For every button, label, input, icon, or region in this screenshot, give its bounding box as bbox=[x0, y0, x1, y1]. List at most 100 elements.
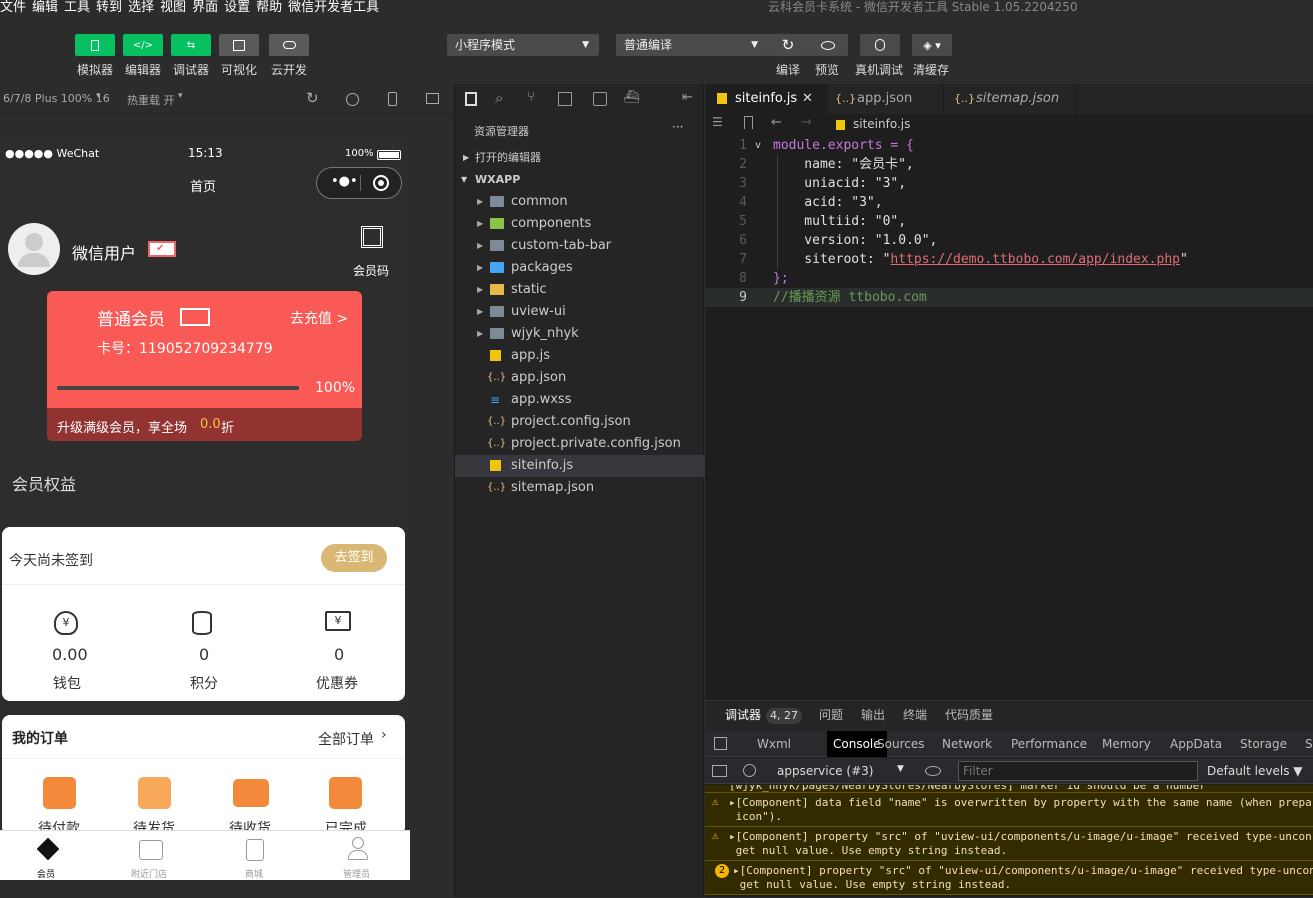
cloud-button[interactable] bbox=[269, 34, 309, 56]
log-levels-select[interactable]: Default levels ▼ bbox=[1207, 764, 1303, 778]
qr-label[interactable]: 会员码 bbox=[353, 262, 389, 279]
search-icon[interactable]: ⌕ bbox=[495, 89, 503, 107]
file-project-private-config-json[interactable]: {..} project.private.config.json bbox=[455, 433, 705, 455]
debugger-button[interactable]: ⇆ bbox=[171, 34, 211, 56]
code-line[interactable]: 6 version: "1.0.0", bbox=[705, 231, 1313, 250]
more-icon[interactable]: ··· bbox=[672, 120, 683, 134]
completed-icon[interactable] bbox=[329, 777, 362, 809]
preview-button[interactable] bbox=[808, 34, 848, 56]
file-siteinfo-js[interactable]: siteinfo.js bbox=[455, 455, 705, 477]
context-select[interactable]: appservice (#3) bbox=[777, 764, 873, 778]
bookmark-icon[interactable] bbox=[744, 116, 753, 129]
truck-icon[interactable] bbox=[233, 779, 269, 807]
git-icon[interactable]: ⑂ bbox=[527, 89, 535, 105]
tab-output[interactable]: 输出 bbox=[861, 701, 885, 729]
window-icon[interactable] bbox=[426, 93, 439, 104]
code-line[interactable]: 5 multiid: "0", bbox=[705, 212, 1313, 231]
close-mini-icon[interactable] bbox=[373, 175, 389, 191]
store-icon[interactable] bbox=[139, 840, 163, 860]
console-warning[interactable]: [wjyk_nhyk/pages/NearbyStores/NearbyStor… bbox=[705, 785, 1313, 793]
qr-code-icon[interactable] bbox=[361, 226, 383, 248]
clear-cache-button[interactable]: ◈ ▾ bbox=[912, 34, 952, 56]
avatar[interactable] bbox=[8, 223, 60, 275]
tab-problems[interactable]: 问题 bbox=[819, 701, 843, 729]
back-arrow-icon[interactable]: ← bbox=[771, 115, 782, 130]
extensions-icon[interactable] bbox=[558, 92, 572, 106]
menu-file[interactable]: 文件 bbox=[0, 1, 26, 15]
file-app-wxss[interactable]: ≡ app.wxss bbox=[455, 389, 705, 411]
tab-sitemap-json[interactable]: {..} sitemap.json bbox=[944, 84, 1076, 114]
open-editors-section[interactable]: ▶ 打开的编辑器 bbox=[455, 147, 705, 169]
vip-diamond-icon[interactable] bbox=[36, 837, 60, 861]
simulator-button[interactable] bbox=[75, 34, 115, 56]
tab-nearby[interactable]: 附近门店 bbox=[131, 867, 167, 880]
folder-common[interactable]: ▶ common bbox=[455, 191, 705, 213]
file-project-config-json[interactable]: {..} project.config.json bbox=[455, 411, 705, 433]
tab-debugger[interactable]: 调试器 bbox=[725, 701, 761, 729]
tab-code-quality[interactable]: 代码质量 bbox=[945, 701, 993, 729]
code-editor[interactable]: 1 module.exports = {v 2 name: "会员卡", 3 unia… bbox=[705, 136, 1313, 700]
editor-button[interactable]: </> bbox=[123, 34, 163, 56]
code-line[interactable]: 4 acid: "3", bbox=[705, 193, 1313, 212]
stop-icon[interactable] bbox=[346, 93, 359, 106]
wxapp-root[interactable]: ▼ WXAPP bbox=[455, 169, 705, 191]
code-line[interactable]: 3 uniacid: "3", bbox=[705, 174, 1313, 193]
menu-goto[interactable]: 转到 bbox=[96, 1, 122, 15]
menu-interface[interactable]: 界面 bbox=[192, 1, 218, 15]
refresh-icon[interactable]: ↻ bbox=[306, 89, 319, 107]
code-line[interactable]: 8}; bbox=[705, 269, 1313, 288]
box-icon[interactable] bbox=[138, 777, 171, 809]
wallet-order-icon[interactable] bbox=[43, 777, 76, 809]
close-icon[interactable]: ✕ bbox=[802, 84, 813, 114]
file-app-json[interactable]: {..} app.json bbox=[455, 367, 705, 389]
folder-uview-ui[interactable]: ▶ uview-ui bbox=[455, 301, 705, 323]
breadcrumb-file[interactable]: siteinfo.js bbox=[853, 117, 910, 131]
tab-mall[interactable]: 商城 bbox=[245, 867, 263, 880]
recharge-link[interactable]: 去充值 > bbox=[290, 308, 348, 328]
menu-settings[interactable]: 设置 bbox=[224, 1, 250, 15]
hot-reload-toggle[interactable]: 热重载 开 bbox=[127, 92, 175, 108]
filter-input[interactable] bbox=[958, 761, 1198, 781]
chevron-down-icon[interactable]: ▾ bbox=[96, 91, 101, 101]
mode-select[interactable]: 小程序模式 ▼ bbox=[447, 34, 599, 56]
points-label[interactable]: 积分 bbox=[190, 673, 218, 693]
tab-app-json[interactable]: {..} app.json bbox=[827, 84, 944, 114]
tab-admin[interactable]: 管理员 bbox=[343, 867, 370, 880]
sidebar-toggle-icon[interactable] bbox=[712, 765, 727, 777]
menu-devtools[interactable]: 微信开发者工具 bbox=[288, 1, 379, 15]
chevron-right-icon[interactable]: › bbox=[381, 727, 387, 743]
eye-icon[interactable] bbox=[925, 766, 941, 776]
code-line[interactable]: 2 name: "会员卡", bbox=[705, 155, 1313, 174]
tab-member[interactable]: 会员 bbox=[37, 867, 55, 880]
more-icon[interactable]: •●• bbox=[331, 174, 358, 189]
code-line[interactable]: 1 module.exports = {v bbox=[705, 136, 1313, 155]
visual-button[interactable] bbox=[219, 34, 259, 56]
file-sitemap-json[interactable]: {..} sitemap.json bbox=[455, 477, 705, 499]
menu-edit[interactable]: 编辑 bbox=[32, 1, 58, 15]
folder-wjyk_nhyk[interactable]: ▶ wjyk_nhyk bbox=[455, 323, 705, 345]
tab-storage[interactable]: Storage bbox=[1240, 731, 1287, 759]
shopping-bag-icon[interactable] bbox=[246, 839, 264, 861]
menu-tools[interactable]: 工具 bbox=[64, 1, 90, 15]
list-icon[interactable]: ☰ bbox=[712, 115, 723, 129]
clear-console-icon[interactable] bbox=[743, 764, 756, 777]
file-app-js[interactable]: app.js bbox=[455, 345, 705, 367]
forward-arrow-icon[interactable]: → bbox=[801, 115, 812, 130]
device-select[interactable]: 6/7/8 Plus 100% 16 bbox=[3, 92, 110, 105]
tab-network[interactable]: Network bbox=[942, 731, 992, 759]
collapse-panel-icon[interactable]: ⇤ bbox=[682, 90, 693, 105]
inspect-icon[interactable] bbox=[714, 737, 727, 750]
console-warning[interactable]: ⚠ ▸[Component] property "src" of "uview-u… bbox=[705, 827, 1313, 861]
code-line[interactable]: 9 //播播资源 ttbobo.com bbox=[705, 288, 1313, 307]
folder-static[interactable]: ▶ static bbox=[455, 279, 705, 301]
tab-performance[interactable]: Performance bbox=[1011, 731, 1087, 759]
compile-select[interactable]: 普通编译 ▼ bbox=[616, 34, 768, 56]
code-line[interactable]: 7 siteroot: "https://demo.ttbobo.com/app… bbox=[705, 250, 1313, 269]
menu-help[interactable]: 帮助 bbox=[256, 1, 282, 15]
compile-button[interactable]: ↻ bbox=[768, 34, 808, 56]
admin-user-icon[interactable] bbox=[348, 837, 368, 861]
signin-button[interactable]: 去签到 bbox=[321, 544, 387, 572]
all-orders-link[interactable]: 全部订单 bbox=[318, 729, 374, 749]
wallet-label[interactable]: 钱包 bbox=[53, 673, 81, 693]
folder-components[interactable]: ▶ components bbox=[455, 213, 705, 235]
